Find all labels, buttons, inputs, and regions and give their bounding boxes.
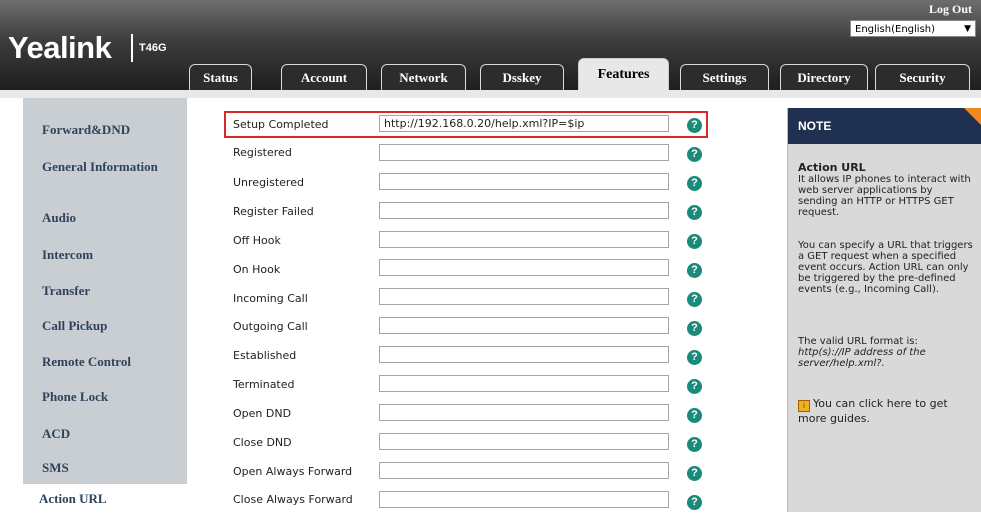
input-outgoing-call[interactable] bbox=[379, 317, 669, 334]
tab-directory[interactable]: Directory bbox=[780, 64, 868, 90]
input-established[interactable] bbox=[379, 346, 669, 363]
label-close-always-forward: Close Always Forward bbox=[233, 493, 353, 506]
sidebar-item-phone-lock[interactable]: Phone Lock bbox=[42, 390, 108, 404]
tab-status[interactable]: Status bbox=[189, 64, 252, 90]
note-intro: Action URL It allows IP phones to intera… bbox=[798, 162, 974, 218]
help-icon[interactable]: ? bbox=[687, 466, 702, 481]
help-icon[interactable]: ? bbox=[687, 321, 702, 336]
help-icon[interactable]: ? bbox=[687, 118, 702, 133]
label-register-failed: Register Failed bbox=[233, 205, 314, 218]
sidebar-item-call-pickup[interactable]: Call Pickup bbox=[42, 319, 107, 333]
sidebar-item-action-url[interactable]: Action URL bbox=[11, 484, 187, 514]
top-header: Yealink T46G Log Out English(English) ▼ … bbox=[0, 0, 981, 90]
note-paragraph-2: You can specify a URL that triggers a GE… bbox=[798, 240, 973, 295]
input-registered[interactable] bbox=[379, 144, 669, 161]
help-icon[interactable]: ? bbox=[687, 495, 702, 510]
input-on-hook[interactable] bbox=[379, 259, 669, 276]
input-setup-completed[interactable]: http://192.168.0.20/help.xml?IP=$ip bbox=[379, 115, 669, 132]
logo-separator bbox=[131, 34, 133, 62]
tab-features[interactable]: Features bbox=[578, 58, 669, 90]
help-icon[interactable]: ? bbox=[687, 234, 702, 249]
logout-link[interactable]: Log Out bbox=[929, 2, 972, 17]
book-icon: i bbox=[798, 400, 810, 412]
help-icon[interactable]: ? bbox=[687, 437, 702, 452]
tab-settings[interactable]: Settings bbox=[680, 64, 769, 90]
label-close-dnd: Close DND bbox=[233, 436, 292, 449]
input-incoming-call[interactable] bbox=[379, 288, 669, 305]
input-close-dnd[interactable] bbox=[379, 433, 669, 450]
label-unregistered: Unregistered bbox=[233, 176, 304, 189]
input-close-always-forward[interactable] bbox=[379, 491, 669, 508]
label-open-dnd: Open DND bbox=[233, 407, 292, 420]
sidebar-item-sms[interactable]: SMS bbox=[42, 461, 69, 475]
sidebar: Forward&DND General Information Audio In… bbox=[11, 98, 187, 514]
sidebar-item-general-information[interactable]: General Information bbox=[42, 160, 162, 174]
tab-network[interactable]: Network bbox=[381, 64, 466, 90]
help-icon[interactable]: ? bbox=[687, 408, 702, 423]
help-icon[interactable]: ? bbox=[687, 205, 702, 220]
label-incoming-call: Incoming Call bbox=[233, 292, 308, 305]
help-icon[interactable]: ? bbox=[687, 292, 702, 307]
input-unregistered[interactable] bbox=[379, 173, 669, 190]
sidebar-item-transfer[interactable]: Transfer bbox=[42, 284, 90, 298]
note-paragraph-1: It allows IP phones to interact with web… bbox=[798, 174, 971, 218]
note-guide-link[interactable]: i You can click here to get more guides. bbox=[798, 397, 974, 425]
tab-underline-strip bbox=[0, 90, 981, 98]
dropdown-arrow-icon: ▼ bbox=[964, 24, 971, 34]
sidebar-item-intercom[interactable]: Intercom bbox=[42, 248, 93, 262]
note-corner-flag bbox=[964, 108, 981, 126]
help-icon[interactable]: ? bbox=[687, 379, 702, 394]
label-off-hook: Off Hook bbox=[233, 234, 281, 247]
help-icon[interactable]: ? bbox=[687, 147, 702, 162]
model-name: T46G bbox=[139, 42, 167, 54]
yealink-logo: Yealink bbox=[8, 30, 112, 65]
tab-dsskey[interactable]: Dsskey bbox=[480, 64, 564, 90]
note-format-value: http(s)://IP address of the server/help.… bbox=[798, 347, 926, 369]
label-registered: Registered bbox=[233, 146, 292, 159]
tab-account[interactable]: Account bbox=[281, 64, 367, 90]
sidebar-item-acd[interactable]: ACD bbox=[42, 427, 70, 441]
label-setup-completed: Setup Completed bbox=[233, 118, 329, 131]
note-format-label: The valid URL format is: bbox=[798, 336, 918, 347]
note-guide-text[interactable]: You can click here to get more guides. bbox=[798, 397, 948, 425]
sidebar-item-forward-dnd[interactable]: Forward&DND bbox=[42, 123, 130, 137]
sidebar-item-audio[interactable]: Audio bbox=[42, 211, 76, 225]
label-established: Established bbox=[233, 349, 297, 362]
note-header: NOTE bbox=[788, 108, 981, 144]
input-terminated[interactable] bbox=[379, 375, 669, 392]
label-open-always-forward: Open Always Forward bbox=[233, 465, 353, 478]
language-value: English(English) bbox=[855, 24, 936, 35]
input-off-hook[interactable] bbox=[379, 231, 669, 248]
language-select[interactable]: English(English) ▼ bbox=[850, 20, 976, 37]
help-icon[interactable]: ? bbox=[687, 176, 702, 191]
tab-security[interactable]: Security bbox=[875, 64, 970, 90]
note-heading: Action URL bbox=[798, 161, 866, 174]
help-icon[interactable]: ? bbox=[687, 350, 702, 365]
label-terminated: Terminated bbox=[233, 378, 295, 391]
input-open-dnd[interactable] bbox=[379, 404, 669, 421]
input-register-failed[interactable] bbox=[379, 202, 669, 219]
input-open-always-forward[interactable] bbox=[379, 462, 669, 479]
label-on-hook: On Hook bbox=[233, 263, 281, 276]
note-url-format: The valid URL format is: http(s)://IP ad… bbox=[798, 336, 974, 369]
sidebar-item-remote-control[interactable]: Remote Control bbox=[42, 355, 131, 369]
note-panel: NOTE Action URL It allows IP phones to i… bbox=[787, 108, 981, 512]
note-title: NOTE bbox=[798, 119, 832, 133]
help-icon[interactable]: ? bbox=[687, 263, 702, 278]
label-outgoing-call: Outgoing Call bbox=[233, 320, 308, 333]
